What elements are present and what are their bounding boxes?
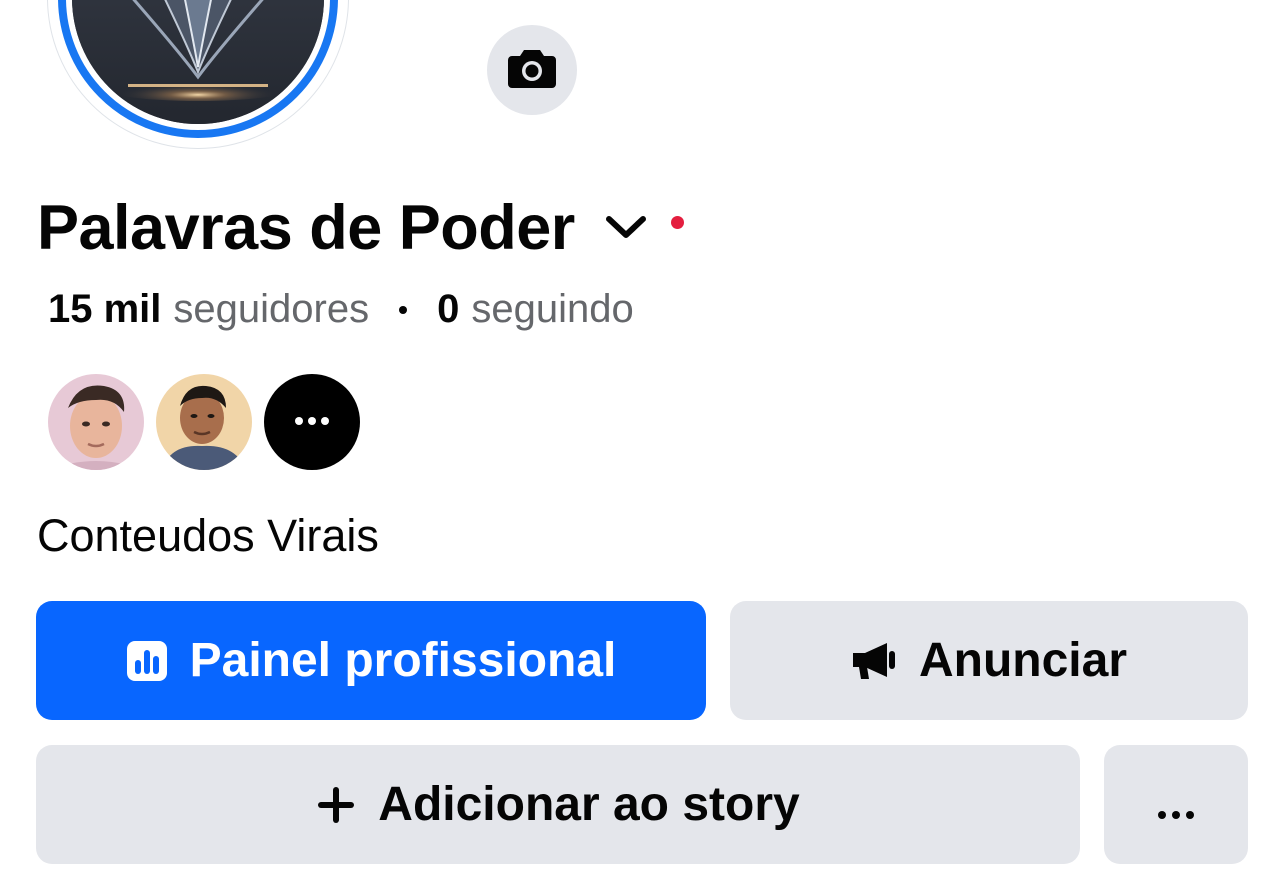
- profile-name-row: Palavras de Poder: [37, 188, 684, 268]
- profile-bio: Conteudos Virais: [37, 510, 379, 561]
- separator-dot: [399, 305, 408, 314]
- chevron-down-icon[interactable]: [605, 215, 647, 241]
- friend-avatar[interactable]: [48, 374, 144, 470]
- advertise-label: Anunciar: [918, 634, 1128, 687]
- megaphone-icon: [851, 641, 897, 681]
- profile-name: Palavras de Poder: [37, 193, 575, 263]
- notification-dot: [670, 215, 684, 229]
- professional-dashboard-label: Painel profissional: [189, 634, 617, 687]
- followers-count[interactable]: 15 mil: [48, 287, 161, 332]
- add-story-label: Adicionar ao story: [378, 778, 800, 831]
- followers-label[interactable]: seguidores: [173, 287, 369, 332]
- camera-icon: [508, 48, 556, 93]
- more-options-button[interactable]: [1104, 745, 1248, 864]
- more-friends-button[interactable]: [264, 374, 360, 470]
- plus-icon: [316, 785, 356, 825]
- add-story-button[interactable]: Adicionar ao story: [36, 745, 1080, 864]
- more-icon: [1156, 777, 1196, 832]
- following-label[interactable]: seguindo: [471, 287, 633, 332]
- profile-avatar[interactable]: [48, 0, 348, 148]
- change-photo-button[interactable]: [482, 20, 582, 120]
- chart-icon: [126, 640, 168, 682]
- profile-stats: 15 mil seguidores 0 seguindo: [48, 287, 634, 332]
- more-icon: [294, 413, 330, 431]
- following-count[interactable]: 0: [437, 287, 459, 332]
- friend-avatar[interactable]: [156, 374, 252, 470]
- professional-dashboard-button[interactable]: Painel profissional: [36, 601, 706, 720]
- advertise-button[interactable]: Anunciar: [730, 601, 1248, 720]
